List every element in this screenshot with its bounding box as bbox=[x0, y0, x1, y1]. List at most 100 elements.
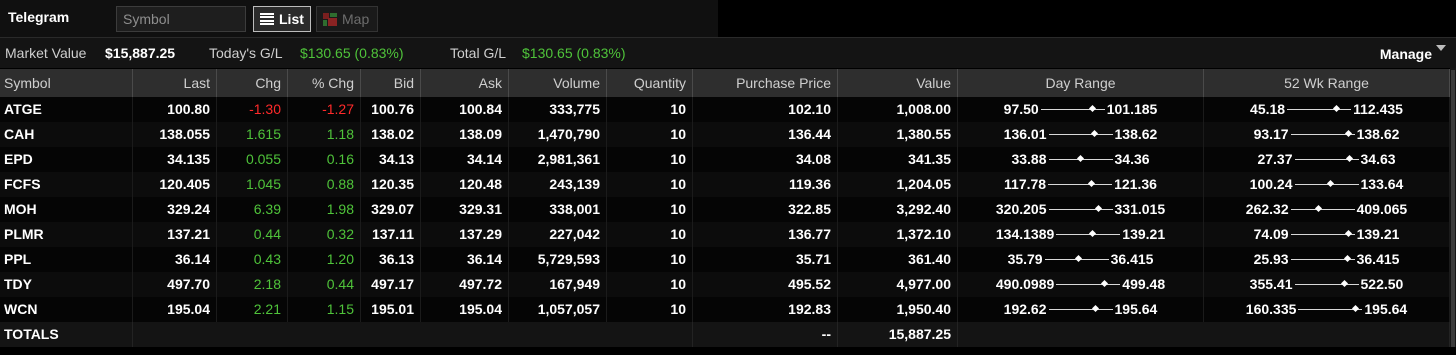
table-row[interactable]: ATGE 100.80 -1.30 -1.27 100.76 100.84 333,775 1… bbox=[0, 97, 1450, 122]
cell-last: 100.80 bbox=[133, 97, 217, 122]
day-range-bar bbox=[1044, 247, 1109, 272]
day-range-high: 121.36 bbox=[1114, 176, 1157, 192]
day-range-low: 490.0989 bbox=[995, 276, 1055, 292]
cell-ask: 36.14 bbox=[421, 247, 509, 272]
cell-value: 361.40 bbox=[838, 247, 958, 272]
wk-range-low: 355.41 bbox=[1249, 276, 1293, 292]
col-bid[interactable]: Bid bbox=[361, 69, 421, 97]
col-last[interactable]: Last bbox=[133, 69, 217, 97]
day-range-high: 195.64 bbox=[1114, 301, 1158, 317]
cell-value: 1,204.05 bbox=[838, 172, 958, 197]
col-pct-chg[interactable]: % Chg bbox=[288, 69, 361, 97]
range-marker-icon bbox=[1087, 179, 1096, 188]
table-row[interactable]: PPL 36.14 0.43 1.20 36.13 36.14 5,729,593 10 35.… bbox=[0, 247, 1450, 272]
cell-last: 329.24 bbox=[133, 197, 217, 222]
cell-last: 120.405 bbox=[133, 172, 217, 197]
cell-volume: 338,001 bbox=[509, 197, 607, 222]
cell-chg: 2.18 bbox=[217, 272, 288, 297]
col-volume[interactable]: Volume bbox=[509, 69, 607, 97]
cell-day-range: 33.88 34.36 bbox=[958, 147, 1204, 172]
cell-quantity: 10 bbox=[607, 172, 693, 197]
table-row[interactable]: EPD 34.135 0.055 0.16 34.13 34.14 2,981,361 10 3… bbox=[0, 147, 1450, 172]
heatmap-icon bbox=[323, 12, 337, 26]
list-view-button[interactable]: List bbox=[253, 6, 311, 32]
cell-value: 1,380.55 bbox=[838, 122, 958, 147]
day-range-high: 499.48 bbox=[1122, 276, 1166, 292]
cell-volume: 2,981,361 bbox=[509, 147, 607, 172]
cell-symbol[interactable]: PPL bbox=[0, 247, 133, 272]
range-marker-icon bbox=[1352, 304, 1360, 313]
cell-symbol[interactable]: CAH bbox=[0, 122, 133, 147]
col-quantity[interactable]: Quantity bbox=[607, 69, 693, 97]
cell-symbol[interactable]: EPD bbox=[0, 147, 133, 172]
col-52wk-range[interactable]: 52 Wk Range bbox=[1204, 69, 1450, 97]
wk-range-bar bbox=[1287, 97, 1352, 122]
cell-bid: 34.13 bbox=[361, 147, 421, 172]
wk-range-high: 409.065 bbox=[1356, 201, 1408, 217]
table-row[interactable]: FCFS 120.405 1.045 0.88 120.35 120.48 243,139 1… bbox=[0, 172, 1450, 197]
col-ask[interactable]: Ask bbox=[421, 69, 509, 97]
cell-last: 34.135 bbox=[133, 147, 217, 172]
table-row[interactable]: TDY 497.70 2.18 0.44 497.17 497.72 167,949 10 49… bbox=[0, 272, 1450, 297]
cell-symbol[interactable]: TDY bbox=[0, 272, 133, 297]
cell-day-range: 97.50 101.185 bbox=[958, 97, 1204, 122]
cell-last: 36.14 bbox=[133, 247, 217, 272]
day-range-bar bbox=[1048, 297, 1113, 322]
wk-range-low: 25.93 bbox=[1253, 251, 1289, 267]
col-purchase-price[interactable]: Purchase Price bbox=[693, 69, 838, 97]
portfolio-summary: Market Value $15,887.25 Today's G/L $130… bbox=[0, 38, 1456, 68]
wk-range-high: 36.415 bbox=[1356, 251, 1400, 267]
cell-pct-chg: 0.88 bbox=[288, 172, 361, 197]
col-symbol[interactable]: Symbol bbox=[0, 69, 133, 97]
market-value: $15,887.25 bbox=[105, 45, 176, 61]
wk-range-high: 112.435 bbox=[1353, 101, 1403, 117]
wk-range-high: 133.64 bbox=[1360, 176, 1404, 192]
manage-menu[interactable]: Manage bbox=[1380, 46, 1432, 62]
day-range-low: 97.50 bbox=[1003, 101, 1039, 117]
range-marker-icon bbox=[1088, 229, 1096, 238]
cell-symbol[interactable]: ATGE bbox=[0, 97, 133, 122]
range-marker-icon bbox=[1091, 129, 1099, 138]
table-row[interactable]: PLMR 137.21 0.44 0.32 137.11 137.29 227,042 10 1… bbox=[0, 222, 1450, 247]
caret-down-icon[interactable] bbox=[1436, 45, 1446, 51]
wk-range-bar bbox=[1290, 197, 1355, 222]
wk-range-high: 34.63 bbox=[1360, 151, 1396, 167]
map-view-button[interactable]: Map bbox=[316, 6, 378, 32]
cell-volume: 5,729,593 bbox=[509, 247, 607, 272]
cell-day-range: 35.79 36.415 bbox=[958, 247, 1204, 272]
cell-symbol[interactable]: PLMR bbox=[0, 222, 133, 247]
wk-range-high: 522.50 bbox=[1360, 276, 1404, 292]
cell-value: 4,977.00 bbox=[838, 272, 958, 297]
cell-purchase-price: 136.77 bbox=[693, 222, 838, 247]
cell-last: 497.70 bbox=[133, 272, 217, 297]
cell-bid: 195.01 bbox=[361, 297, 421, 322]
wk-range-high: 138.62 bbox=[1356, 126, 1400, 142]
wk-range-bar bbox=[1298, 297, 1363, 322]
col-day-range[interactable]: Day Range bbox=[958, 69, 1204, 97]
table-header: Symbol Last Chg % Chg Bid Ask Volume Qua… bbox=[0, 69, 1450, 97]
cell-quantity: 10 bbox=[607, 247, 693, 272]
range-marker-icon bbox=[1345, 229, 1353, 238]
table-row[interactable]: CAH 138.055 1.615 1.18 138.02 138.09 1,470,790… bbox=[0, 122, 1450, 147]
cell-symbol[interactable]: MOH bbox=[0, 197, 133, 222]
scrollbar-thumb[interactable] bbox=[1451, 70, 1455, 350]
table-row[interactable]: MOH 329.24 6.39 1.98 329.07 329.31 338,001 10 32… bbox=[0, 197, 1450, 222]
cell-quantity: 10 bbox=[607, 297, 693, 322]
col-chg[interactable]: Chg bbox=[217, 69, 288, 97]
day-range-high: 101.185 bbox=[1106, 101, 1158, 117]
wk-range-low: 93.17 bbox=[1253, 126, 1289, 142]
day-range-bar bbox=[1048, 147, 1113, 172]
cell-purchase-price: 102.10 bbox=[693, 97, 838, 122]
cell-day-range: 117.78 121.36 bbox=[958, 172, 1204, 197]
wk-range-bar bbox=[1290, 247, 1355, 272]
day-range-high: 34.36 bbox=[1114, 151, 1150, 167]
vertical-scrollbar[interactable] bbox=[1450, 68, 1456, 355]
cell-symbol[interactable]: FCFS bbox=[0, 172, 133, 197]
symbol-input[interactable] bbox=[116, 6, 246, 32]
cell-value: 1,372.10 bbox=[838, 222, 958, 247]
col-value[interactable]: Value bbox=[838, 69, 958, 97]
cell-pct-chg: 0.44 bbox=[288, 272, 361, 297]
table-row[interactable]: WCN 195.04 2.21 1.15 195.01 195.04 1,057,057 10… bbox=[0, 297, 1450, 322]
wk-range-bar bbox=[1294, 147, 1359, 172]
cell-symbol[interactable]: WCN bbox=[0, 297, 133, 322]
